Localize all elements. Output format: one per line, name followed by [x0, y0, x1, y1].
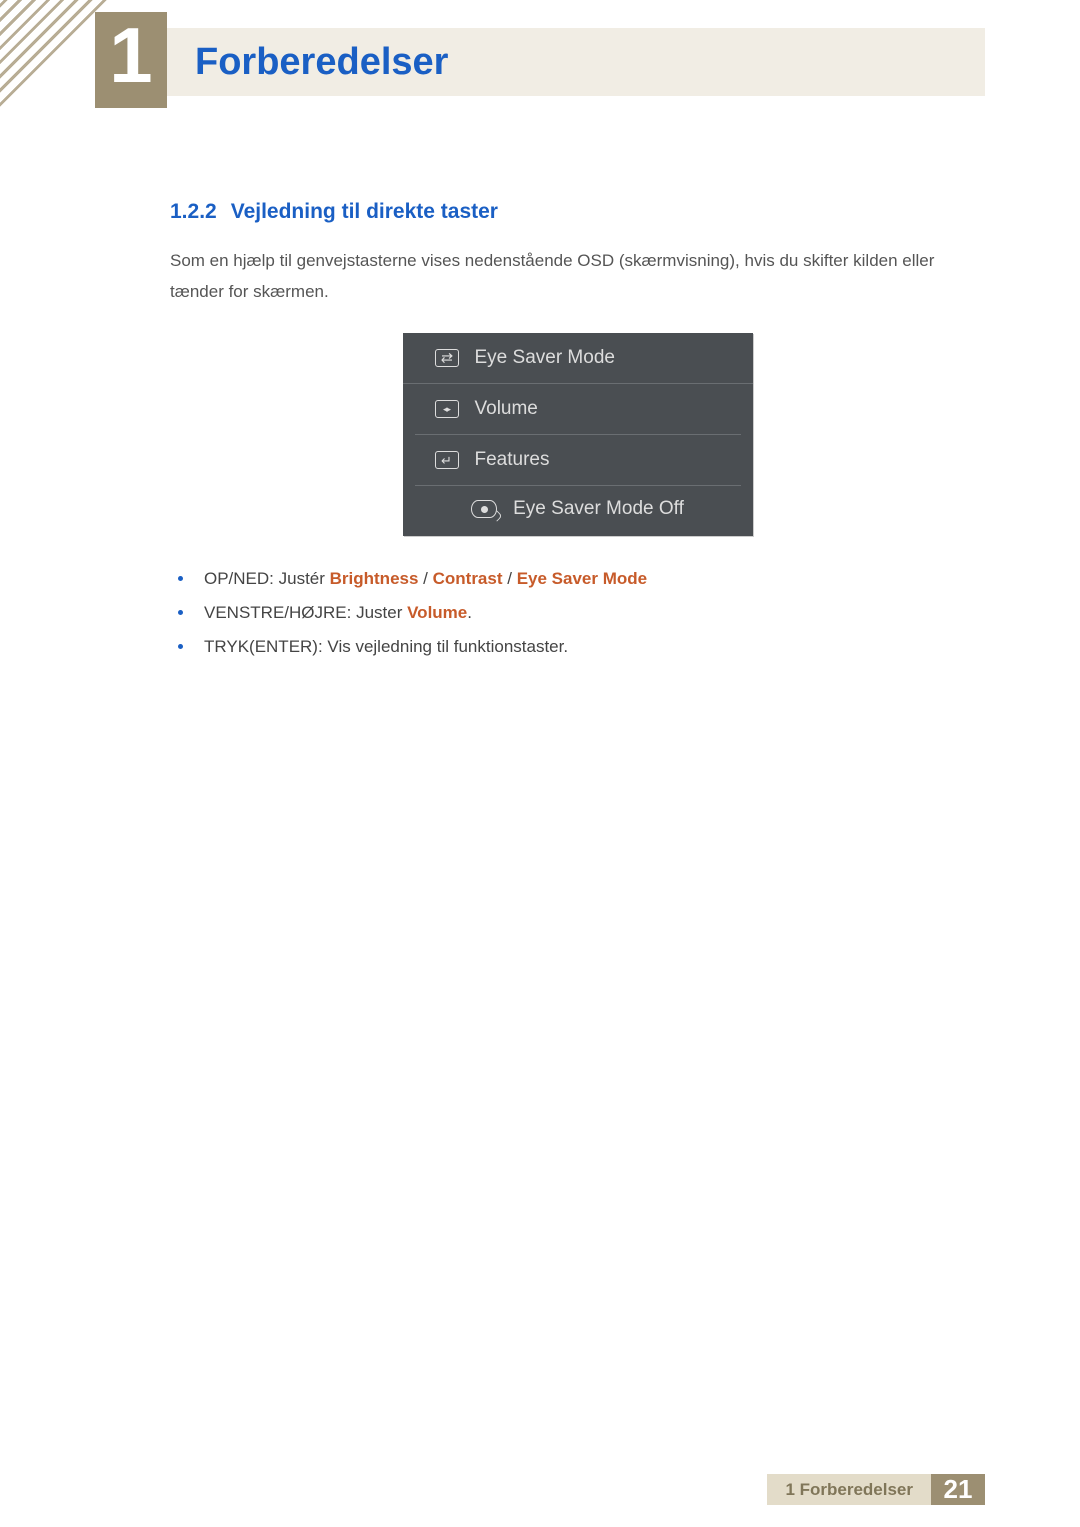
footer-page-number: 21 [931, 1474, 985, 1505]
highlight-volume: Volume [407, 603, 467, 622]
bullet-text: . [467, 603, 472, 622]
list-item: TRYK(ENTER): Vis vejledning til funktion… [170, 630, 985, 664]
eye-icon [471, 500, 497, 518]
separator: / [503, 569, 517, 588]
osd-panel: Eye Saver Mode Volume Features Eye Saver… [403, 333, 753, 536]
osd-status-row: Eye Saver Mode Off [403, 486, 753, 536]
chapter-number-badge: 1 [95, 12, 167, 108]
list-item: OP/NED: Justér Brightness / Contrast / E… [170, 562, 985, 596]
section-content: 1.2.2 Vejledning til direkte taster Som e… [170, 200, 985, 664]
highlight-brightness: Brightness [330, 569, 419, 588]
bullet-list: OP/NED: Justér Brightness / Contrast / E… [170, 562, 985, 664]
osd-row-volume: Volume [415, 384, 741, 435]
osd-row-label: Eye Saver Mode [475, 347, 615, 369]
section-heading: 1.2.2 Vejledning til direkte taster [170, 200, 985, 224]
bullet-text: TRYK(ENTER): Vis vejledning til funktion… [204, 637, 568, 656]
highlight-eye-saver: Eye Saver Mode [517, 569, 647, 588]
highlight-contrast: Contrast [433, 569, 503, 588]
section-number: 1.2.2 [170, 200, 217, 223]
list-item: VENSTRE/HØJRE: Juster Volume. [170, 596, 985, 630]
up-down-icon [435, 349, 459, 367]
osd-row-eye-saver: Eye Saver Mode [403, 333, 753, 384]
section-intro-text: Som en hjælp til genvejstasterne vises n… [170, 246, 985, 307]
osd-row-label: Volume [475, 398, 538, 420]
corner-hatch-decoration [0, 0, 110, 110]
osd-status-label: Eye Saver Mode Off [513, 498, 684, 520]
separator: / [418, 569, 432, 588]
enter-icon [435, 451, 459, 469]
bullet-text: VENSTRE/HØJRE: Juster [204, 603, 407, 622]
osd-row-label: Features [475, 449, 550, 471]
left-right-icon [435, 400, 459, 418]
page-footer: 1 Forberedelser 21 [95, 1474, 985, 1505]
footer-chapter-label: 1 Forberedelser [767, 1474, 931, 1505]
chapter-title: Forberedelser [195, 41, 448, 84]
bullet-text: OP/NED: Justér [204, 569, 330, 588]
chapter-number: 1 [109, 16, 152, 94]
chapter-header-bar: Forberedelser [95, 28, 985, 96]
section-title: Vejledning til direkte taster [231, 200, 498, 223]
page: Forberedelser 1 1.2.2 Vejledning til dire… [0, 0, 1080, 1527]
osd-row-features: Features [415, 435, 741, 486]
